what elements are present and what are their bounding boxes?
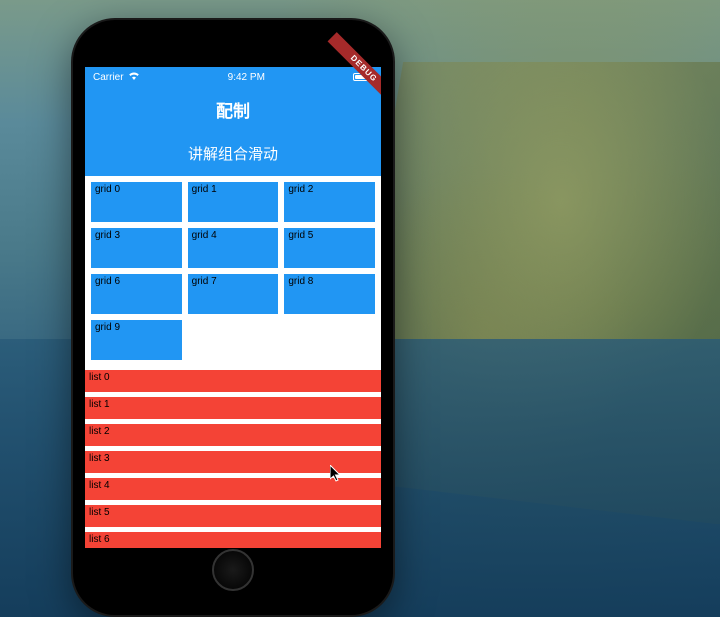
- grid-item[interactable]: grid 3: [91, 228, 182, 268]
- grid-item-label: grid 4: [192, 230, 217, 241]
- phone-screen: Carrier 9:42 PM 配制: [85, 67, 381, 548]
- section-header: 讲解组合滑动: [85, 131, 381, 176]
- list-item-label: list 0: [89, 372, 110, 383]
- list-item-label: list 4: [89, 480, 110, 491]
- grid-item-label: grid 5: [288, 230, 313, 241]
- grid-item[interactable]: grid 7: [188, 274, 279, 314]
- home-button[interactable]: [212, 549, 254, 591]
- grid-item[interactable]: grid 0: [91, 182, 182, 222]
- list-item[interactable]: list 6: [85, 532, 381, 548]
- grid-item-label: grid 8: [288, 276, 313, 287]
- list-item[interactable]: list 3: [85, 451, 381, 473]
- scroll-content[interactable]: 讲解组合滑动 grid 0 grid 1 grid 2 grid 3 grid …: [85, 131, 381, 548]
- grid-item[interactable]: grid 2: [284, 182, 375, 222]
- list-container: list 0 list 1 list 2 list 3 list 4 list …: [85, 366, 381, 548]
- grid-item[interactable]: grid 6: [91, 274, 182, 314]
- app-bar-title: 配制: [216, 97, 250, 122]
- carrier-label: Carrier: [93, 72, 124, 83]
- grid-item-label: grid 0: [95, 184, 120, 195]
- status-bar-left: Carrier: [93, 71, 140, 83]
- list-item-label: list 1: [89, 399, 110, 410]
- list-item[interactable]: list 5: [85, 505, 381, 527]
- list-item[interactable]: list 0: [85, 370, 381, 392]
- status-time: 9:42 PM: [228, 72, 265, 83]
- grid-container: grid 0 grid 1 grid 2 grid 3 grid 4 grid …: [85, 176, 381, 366]
- grid-item-label: grid 3: [95, 230, 120, 241]
- list-item[interactable]: list 1: [85, 397, 381, 419]
- grid-item-label: grid 1: [192, 184, 217, 195]
- list-item[interactable]: list 4: [85, 478, 381, 500]
- phone-frame: DEBUG Carrier 9:42 PM: [73, 20, 393, 615]
- grid-item-label: grid 2: [288, 184, 313, 195]
- app-bar: 配制: [85, 87, 381, 131]
- list-item-label: list 5: [89, 507, 110, 518]
- wifi-icon: [128, 71, 140, 83]
- list-item-label: list 6: [89, 534, 110, 545]
- list-item[interactable]: list 2: [85, 424, 381, 446]
- grid-item-label: grid 9: [95, 322, 120, 333]
- grid-item[interactable]: grid 8: [284, 274, 375, 314]
- grid-item[interactable]: grid 1: [188, 182, 279, 222]
- phone-inner: DEBUG Carrier 9:42 PM: [85, 32, 381, 603]
- grid-item-label: grid 7: [192, 276, 217, 287]
- list-item-label: list 3: [89, 453, 110, 464]
- grid-item-label: grid 6: [95, 276, 120, 287]
- grid-item[interactable]: grid 4: [188, 228, 279, 268]
- list-item-label: list 2: [89, 426, 110, 437]
- grid-item[interactable]: grid 9: [91, 320, 182, 360]
- grid-item[interactable]: grid 5: [284, 228, 375, 268]
- status-bar: Carrier 9:42 PM: [85, 67, 381, 87]
